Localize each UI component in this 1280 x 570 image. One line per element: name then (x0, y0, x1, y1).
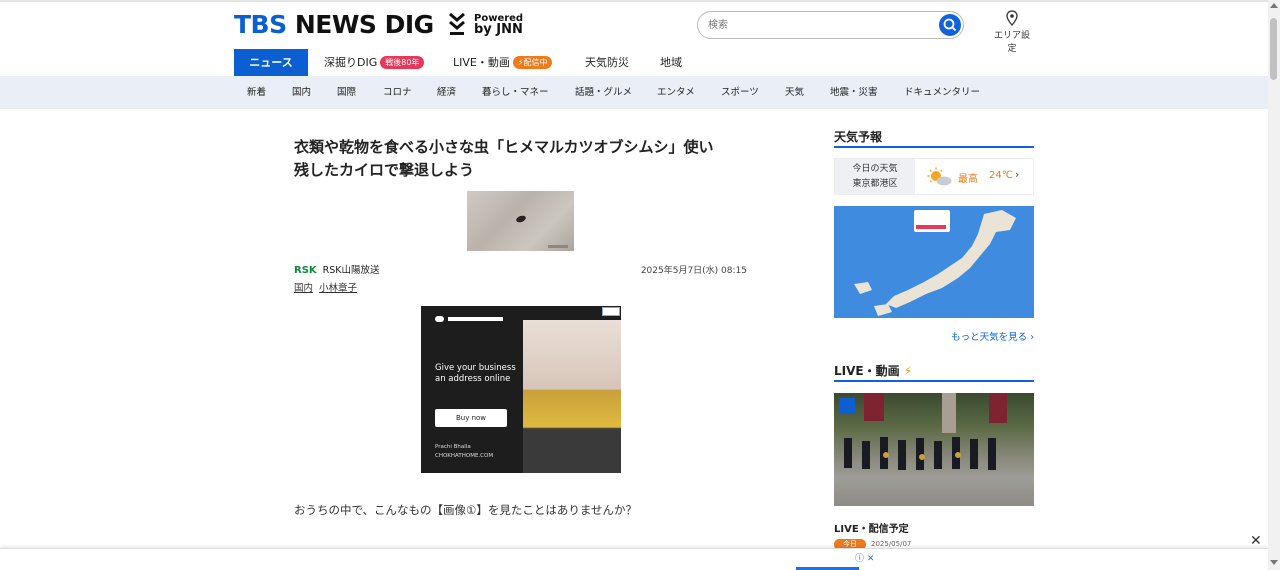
nav-label: 天気防災 (585, 56, 629, 69)
photo-watermark (548, 245, 568, 248)
nav-label: ニュース (249, 56, 293, 69)
search-icon (943, 18, 957, 32)
live-video-thumbnail[interactable] (834, 393, 1034, 506)
category-documentary[interactable]: ドキュメンタリー (904, 76, 980, 109)
insect-shape (515, 214, 527, 224)
article-title: 衣類や乾物を食べる小さな虫「ヒメマルカツオブシムシ」使い 残したカイロで撃退しよ… (294, 136, 747, 182)
weather-place-label: 東京都港区 (852, 179, 898, 189)
category-entertainment[interactable]: エンタメ (657, 76, 695, 109)
area-setting-label: エリア設定 (993, 31, 1030, 54)
advertisement[interactable]: Give your business an address online Buy… (421, 306, 621, 473)
article: 衣類や乾物を食べる小さな虫「ヒメマルカツオブシムシ」使い 残したカイロで撃退しよ… (294, 136, 747, 517)
schedule-date: 2025/05/07 (871, 540, 912, 548)
nav-item-news[interactable]: ニュース (234, 49, 308, 76)
page: TBS NEWS DIG Powered by JNN エリア設定 (0, 0, 1280, 570)
tag-link[interactable]: 国内 (294, 283, 313, 294)
weather-max-label: 最高 (958, 174, 978, 185)
live-schedule-heading: LIVE・配信予定 (834, 524, 909, 535)
area-setting-button[interactable]: エリア設定 (990, 10, 1034, 54)
article-date: 2025年5月7日(水) 08:15 (640, 266, 747, 276)
title-line-2: 残したカイロで撃退しよう (294, 161, 475, 179)
sticky-ad-bar (0, 548, 1268, 570)
category-weather[interactable]: 天気 (785, 76, 804, 109)
japan-map-graphic (834, 206, 1034, 318)
nav-label: 地域 (660, 56, 682, 69)
article-thumbnail[interactable] (467, 191, 574, 251)
tag-link[interactable]: 小林章子 (319, 283, 357, 294)
ad-credit-url: CHOKHATHOME.COM (435, 453, 494, 459)
sunny-cloudy-icon (927, 167, 952, 186)
article-lead: おうちの中で、こんなもの【画像①】を見たことはありませんか？ (294, 503, 638, 517)
ad-photo (523, 320, 621, 473)
more-weather-link[interactable]: もっと天気を見る › (951, 329, 1034, 343)
top-divider (0, 0, 1268, 2)
live-heading-label: LIVE・動画 (834, 364, 900, 378)
dig-arrow-icon (449, 12, 465, 35)
location-pin-icon (1006, 10, 1018, 26)
article-tags: 国内 小林章子 (294, 280, 363, 294)
weather-widget[interactable]: 今日の天気 東京都港区 最高 24℃ › (834, 158, 1034, 195)
article-source[interactable]: RSK RSK山陽放送 (294, 262, 380, 276)
site-header: TBS NEWS DIG Powered by JNN エリア設定 (234, 8, 1034, 54)
weather-today-label: 今日の天気 (852, 164, 898, 174)
category-life-money[interactable]: 暮らし・マネー (482, 76, 549, 109)
weather-map[interactable] (834, 206, 1034, 318)
weather-max-temp: 24℃ (989, 170, 1013, 181)
category-international[interactable]: 国際 (337, 76, 356, 109)
scroll-down-arrow-icon[interactable] (1270, 560, 1278, 565)
search-input[interactable] (708, 17, 928, 33)
sidebar: 天気予報 今日の天気 東京都港区 最高 24℃ › もっと天気を見る › LIV… (834, 128, 1034, 550)
site-logo[interactable]: TBS NEWS DIG (234, 10, 434, 39)
ad-headline-line-1: Give your business (435, 363, 516, 373)
ad-credit: Prachi Bhalla CHOKHATHOME.COM (435, 443, 493, 461)
jnn-label: by JNN (474, 22, 523, 37)
chevron-right-icon: › (1015, 168, 1020, 181)
ad-buy-now-button[interactable]: Buy now (435, 409, 507, 427)
category-economy[interactable]: 経済 (437, 76, 456, 109)
live-heading: LIVE・動画 ⚡ (834, 362, 1034, 382)
nav-item-region[interactable]: 地域 (660, 49, 682, 76)
weather-heading: 天気予報 (834, 128, 1034, 148)
nav-item-weather-disaster[interactable]: 天気防災 (585, 49, 629, 76)
close-icon[interactable]: ✕ (1250, 533, 1262, 549)
search-box (697, 11, 964, 39)
category-nav: 新着 国内 国際 コロナ 経済 暮らし・マネー 話題・グルメ エンタメ スポーツ… (0, 76, 1268, 109)
powered-by-jnn: Powered by JNN (474, 13, 523, 37)
category-sports[interactable]: スポーツ (721, 76, 759, 109)
ad-credit-name: Prachi Bhalla (435, 444, 471, 450)
rsk-logo: RSK (294, 265, 317, 276)
scrollbar[interactable] (1268, 0, 1280, 570)
advertiser-logo (435, 316, 503, 322)
ad-choices-icon[interactable] (602, 307, 620, 316)
logo-news-dig: NEWS DIG (286, 10, 434, 39)
category-earthquake-disaster[interactable]: 地震・災害 (830, 76, 878, 109)
scrollbar-thumb[interactable] (1270, 18, 1277, 80)
scroll-up-arrow-icon[interactable] (1270, 3, 1278, 8)
ad-headline-line-2: an address online (435, 374, 511, 384)
weather-location: 今日の天気 東京都港区 (835, 159, 915, 194)
source-name: RSK山陽放送 (322, 265, 380, 276)
category-domestic[interactable]: 国内 (292, 76, 311, 109)
nav-item-live-video[interactable]: LIVE・動画 ⚡配信中 (453, 49, 553, 76)
nav-item-fukabori-dig[interactable]: 深掘りDIG 戦後80年 (324, 49, 425, 76)
category-corona[interactable]: コロナ (383, 76, 412, 109)
live-badge: ⚡配信中 (512, 56, 553, 69)
nav-label: LIVE・動画 (453, 56, 510, 69)
ad-info-icons[interactable]: ⓘ ✕ (855, 551, 874, 564)
parade-scene-graphic (839, 393, 1007, 470)
nav-label: 深掘りDIG (324, 56, 378, 69)
lightning-icon: ⚡ (903, 364, 913, 378)
category-topics-gourmet[interactable]: 話題・グルメ (575, 76, 632, 109)
logo-tbs: TBS (234, 10, 287, 39)
sengo-80-badge: 戦後80年 (380, 56, 425, 69)
category-new[interactable]: 新着 (247, 76, 266, 109)
title-line-1: 衣類や乾物を食べる小さな虫「ヒメマルカツオブシムシ」使い (294, 138, 714, 156)
search-button[interactable] (939, 14, 961, 36)
live-badge-label: 配信中 (523, 58, 548, 67)
ad-headline: Give your business an address online (435, 363, 525, 385)
